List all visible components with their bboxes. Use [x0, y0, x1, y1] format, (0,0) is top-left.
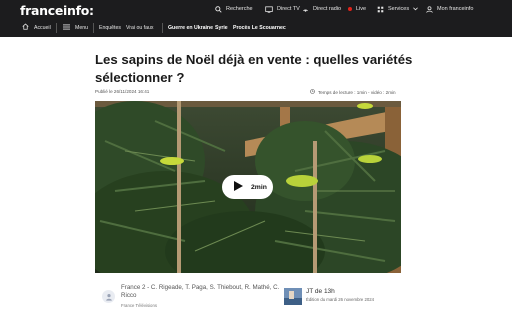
menu-label: Menu	[75, 24, 88, 31]
reading-time-text: Temps de lecture : 1min - vidéo : 2min	[318, 89, 396, 95]
nav-link-vrai-ou-faux[interactable]: Vrai ou faux	[126, 25, 154, 31]
clock-icon	[310, 89, 315, 95]
program-edition: Édition du mardi 26 novembre 2024	[306, 297, 375, 302]
direct-tv-label: Direct TV	[277, 6, 300, 12]
search-link[interactable]: Recherche	[215, 3, 253, 15]
video-source: France Télévisions	[121, 303, 157, 308]
home-link[interactable]: Accueil	[22, 23, 51, 32]
reading-time: Temps de lecture : 1min - vidéo : 2min	[310, 89, 396, 95]
chevron-down-icon	[413, 7, 418, 11]
account-label: Mon franceinfo	[437, 6, 474, 12]
video-duration: 2min	[251, 183, 267, 191]
play-button[interactable]: 2min	[222, 175, 273, 199]
grid-icon	[377, 6, 384, 13]
direct-radio-link[interactable]: Direct radio	[302, 3, 341, 15]
nav-link-enquetes[interactable]: Enquêtes	[99, 25, 121, 31]
services-label: Services	[388, 6, 410, 12]
avatar-icon	[102, 290, 115, 303]
nav-link-guerre-ukraine[interactable]: Guerre en Ukraine	[168, 25, 213, 31]
search-icon	[215, 5, 222, 13]
user-icon	[426, 5, 433, 13]
nav-link-syrie[interactable]: Syrie	[215, 25, 228, 31]
publish-date-text: Publié le 26/11/2024 16:41	[95, 89, 150, 94]
divider	[162, 22, 163, 33]
search-label: Recherche	[226, 6, 253, 12]
live-label: Live	[356, 6, 367, 12]
services-menu[interactable]: Services	[377, 3, 418, 15]
direct-tv-link[interactable]: Direct TV	[265, 3, 300, 15]
menu-button[interactable]: Menu	[63, 23, 88, 32]
divider	[56, 22, 57, 33]
franceinfo-logo[interactable]: franceinfo:	[20, 3, 94, 18]
play-icon	[234, 178, 243, 196]
radio-icon	[302, 6, 309, 13]
live-link[interactable]: Live	[348, 3, 366, 15]
article-title: Les sapins de Noël déjà en vente : quell…	[95, 52, 413, 85]
divider	[93, 22, 94, 33]
nav-link-proces-le-scouarnec[interactable]: Procès Le Scouarnec	[233, 25, 286, 31]
menu-icon	[63, 23, 70, 32]
program-thumbnail[interactable]	[284, 288, 302, 305]
direct-radio-label: Direct radio	[313, 6, 342, 12]
home-label: Accueil	[34, 24, 51, 31]
account-link[interactable]: Mon franceinfo	[426, 3, 473, 15]
tv-icon	[265, 5, 273, 13]
sub-navigation: Accueil Menu Enquêtes Vrai ou faux Guerr…	[0, 18, 512, 37]
program-title[interactable]: JT de 13h	[306, 288, 335, 295]
top-header: franceinfo: Recherche Direct TV Direct r…	[0, 0, 512, 37]
publish-date: Publié le 26/11/2024 16:41	[95, 89, 149, 94]
home-icon	[22, 23, 29, 32]
video-authors: France 2 - C. Rigeade, T. Paga, S. Thieb…	[121, 284, 280, 300]
live-dot-icon	[348, 7, 352, 11]
